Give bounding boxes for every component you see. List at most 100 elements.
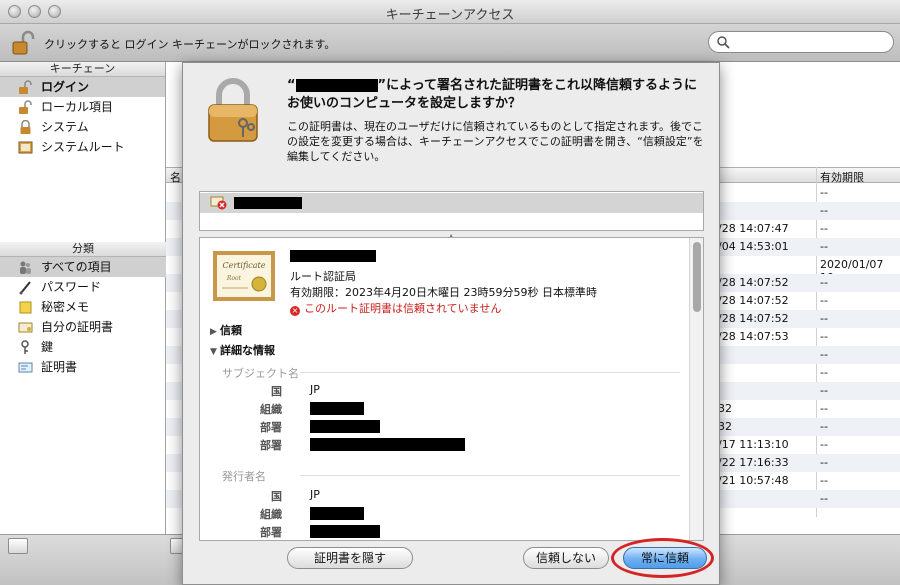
show-info-button[interactable] xyxy=(8,538,28,554)
row-date: /28 14:07:52 xyxy=(718,276,789,289)
disclosure-right-icon: ▶ xyxy=(210,327,217,337)
sidebar-item-my-certificates[interactable]: 自分の証明書 xyxy=(0,317,166,337)
sidebar-item-label: 自分の証明書 xyxy=(41,320,114,334)
invalid-certificate-icon xyxy=(210,196,227,210)
dialog-title: “”によって署名された証明書をこれ以降信頼するようにお使いのコンピュータを設定し… xyxy=(287,77,707,113)
field-label: 部署 xyxy=(260,421,282,434)
sidebar: キーチェーン ログイン ローカル項目 システム システムルート 分類 すべての項… xyxy=(0,62,166,534)
lock-open-icon[interactable] xyxy=(10,30,36,56)
sidebar-item-login[interactable]: ログイン xyxy=(0,77,165,97)
dialog-description: この証明書は、現在のユーザだけに信頼されているものとして指定されます。後でこの設… xyxy=(287,120,704,163)
row-expiry: -- xyxy=(820,294,828,307)
row-date: /21 10:57:48 xyxy=(718,474,789,487)
certificate-image-title: Certificate xyxy=(223,261,266,270)
field-label: 組織 xyxy=(260,508,282,521)
redacted-field-value xyxy=(310,402,364,415)
redacted-certificate-title xyxy=(290,250,376,262)
row-date: /28 14:07:47 xyxy=(718,222,789,235)
note-icon xyxy=(19,301,32,314)
certificate-icon xyxy=(18,362,33,373)
row-expiry: -- xyxy=(820,276,828,289)
search-icon xyxy=(717,36,730,49)
pen-icon xyxy=(19,281,31,295)
field-label: 国 xyxy=(271,385,282,398)
key-icon xyxy=(21,340,29,354)
certificate-details: Certificate Root ルート認証局 有効期限：2023年4月20日木… xyxy=(199,237,704,541)
certificate-expiry: 有効期限：2023年4月20日木曜日 23時59分59秒 日本標準時 xyxy=(290,286,597,299)
certificate-warning-text: このルート証明書は信頼されていません xyxy=(304,302,502,315)
trust-disclosure[interactable]: ▶ 信頼 xyxy=(210,322,242,338)
field-label: 部署 xyxy=(260,439,282,452)
sidebar-item-system-roots[interactable]: システムルート xyxy=(0,137,165,157)
sidebar-item-label: ログイン xyxy=(41,80,90,94)
field-label: 組織 xyxy=(260,403,282,416)
lock-open-icon xyxy=(19,100,32,114)
row-expiry: -- xyxy=(820,312,828,325)
lock-icon xyxy=(20,120,31,134)
issuer-name-header: 発行者名 xyxy=(222,470,266,483)
search-field[interactable] xyxy=(708,31,894,53)
row-date: 32 xyxy=(718,420,732,433)
column-name-header[interactable]: 名 xyxy=(170,169,181,185)
redacted-field-value xyxy=(310,438,465,451)
sidebar-item-passwords[interactable]: パスワード xyxy=(0,277,166,297)
lock-open-icon xyxy=(19,80,32,94)
trust-label: 信頼 xyxy=(220,324,242,337)
row-date: /28 14:07:53 xyxy=(718,330,789,343)
trust-certificate-sheet: “”によって署名された証明書をこれ以降信頼するようにお使いのコンピュータを設定し… xyxy=(182,62,720,585)
always-trust-button[interactable]: 常に信頼 xyxy=(623,547,707,569)
category-header: 分類 xyxy=(0,242,166,257)
people-icon xyxy=(20,261,31,274)
row-expiry: -- xyxy=(820,222,828,235)
field-label: 部署 xyxy=(260,526,282,539)
row-expiry: -- xyxy=(820,348,828,361)
sidebar-item-label: 証明書 xyxy=(41,360,78,374)
scrollbar-thumb[interactable] xyxy=(693,242,701,312)
row-expiry: -- xyxy=(820,204,828,217)
lock-caption: クリックすると ログイン キーチェーンがロックされます。 xyxy=(44,38,336,51)
lock-icon xyxy=(208,78,258,142)
certificate-image-subtitle: Root xyxy=(226,275,242,282)
column-expiry-header[interactable]: 有効期限 xyxy=(820,169,864,185)
row-expiry: -- xyxy=(820,474,828,487)
hide-certificate-button[interactable]: 証明書を隠す xyxy=(287,547,413,569)
row-date: /28 14:07:52 xyxy=(718,294,789,307)
error-icon: × xyxy=(290,306,300,316)
subject-name-header: サブジェクト名 xyxy=(222,367,299,380)
sidebar-item-label: すべての項目 xyxy=(41,260,112,274)
row-expiry: -- xyxy=(820,438,828,451)
sidebar-item-secure-notes[interactable]: 秘密メモ xyxy=(0,297,166,317)
sidebar-item-label: 秘密メモ xyxy=(41,300,90,314)
field-label: 国 xyxy=(271,490,282,503)
window-title: キーチェーンアクセス xyxy=(385,8,515,23)
list-item[interactable] xyxy=(200,193,703,213)
sidebar-item-label: 鍵 xyxy=(41,340,54,354)
sidebar-item-all-items[interactable]: すべての項目 xyxy=(0,257,166,277)
dialog-title-prefix: “ xyxy=(287,78,296,93)
row-date: /04 14:53:01 xyxy=(718,240,789,253)
row-expiry: -- xyxy=(820,330,828,343)
row-date: /17 11:13:10 xyxy=(718,438,789,451)
details-scrollbar[interactable] xyxy=(689,238,703,540)
redacted-field-value xyxy=(310,420,380,433)
redacted-signer xyxy=(295,79,378,92)
field-value: JP xyxy=(310,488,320,501)
sidebar-item-local-items[interactable]: ローカル項目 xyxy=(0,97,165,117)
row-expiry: -- xyxy=(820,420,828,433)
details-disclosure[interactable]: ▼ 詳細な情報 xyxy=(210,342,275,358)
sidebar-item-keys[interactable]: 鍵 xyxy=(0,337,166,357)
toolbar: クリックすると ログイン キーチェーンがロックされます。 xyxy=(0,24,900,62)
redacted-field-value xyxy=(310,507,364,520)
divider xyxy=(300,475,680,476)
field-value: JP xyxy=(310,383,320,396)
sidebar-item-label: ローカル項目 xyxy=(41,100,114,114)
row-date: /22 17:16:33 xyxy=(718,456,789,469)
sidebar-item-certificates[interactable]: 証明書 xyxy=(0,357,166,377)
row-expiry: -- xyxy=(820,456,828,469)
dont-trust-button[interactable]: 信頼しない xyxy=(523,547,609,569)
keychains-header: キーチェーン xyxy=(0,62,165,77)
sidebar-item-label: パスワード xyxy=(41,280,102,294)
sidebar-item-system[interactable]: システム xyxy=(0,117,165,137)
row-expiry: -- xyxy=(820,402,828,415)
row-expiry: -- xyxy=(820,240,828,253)
